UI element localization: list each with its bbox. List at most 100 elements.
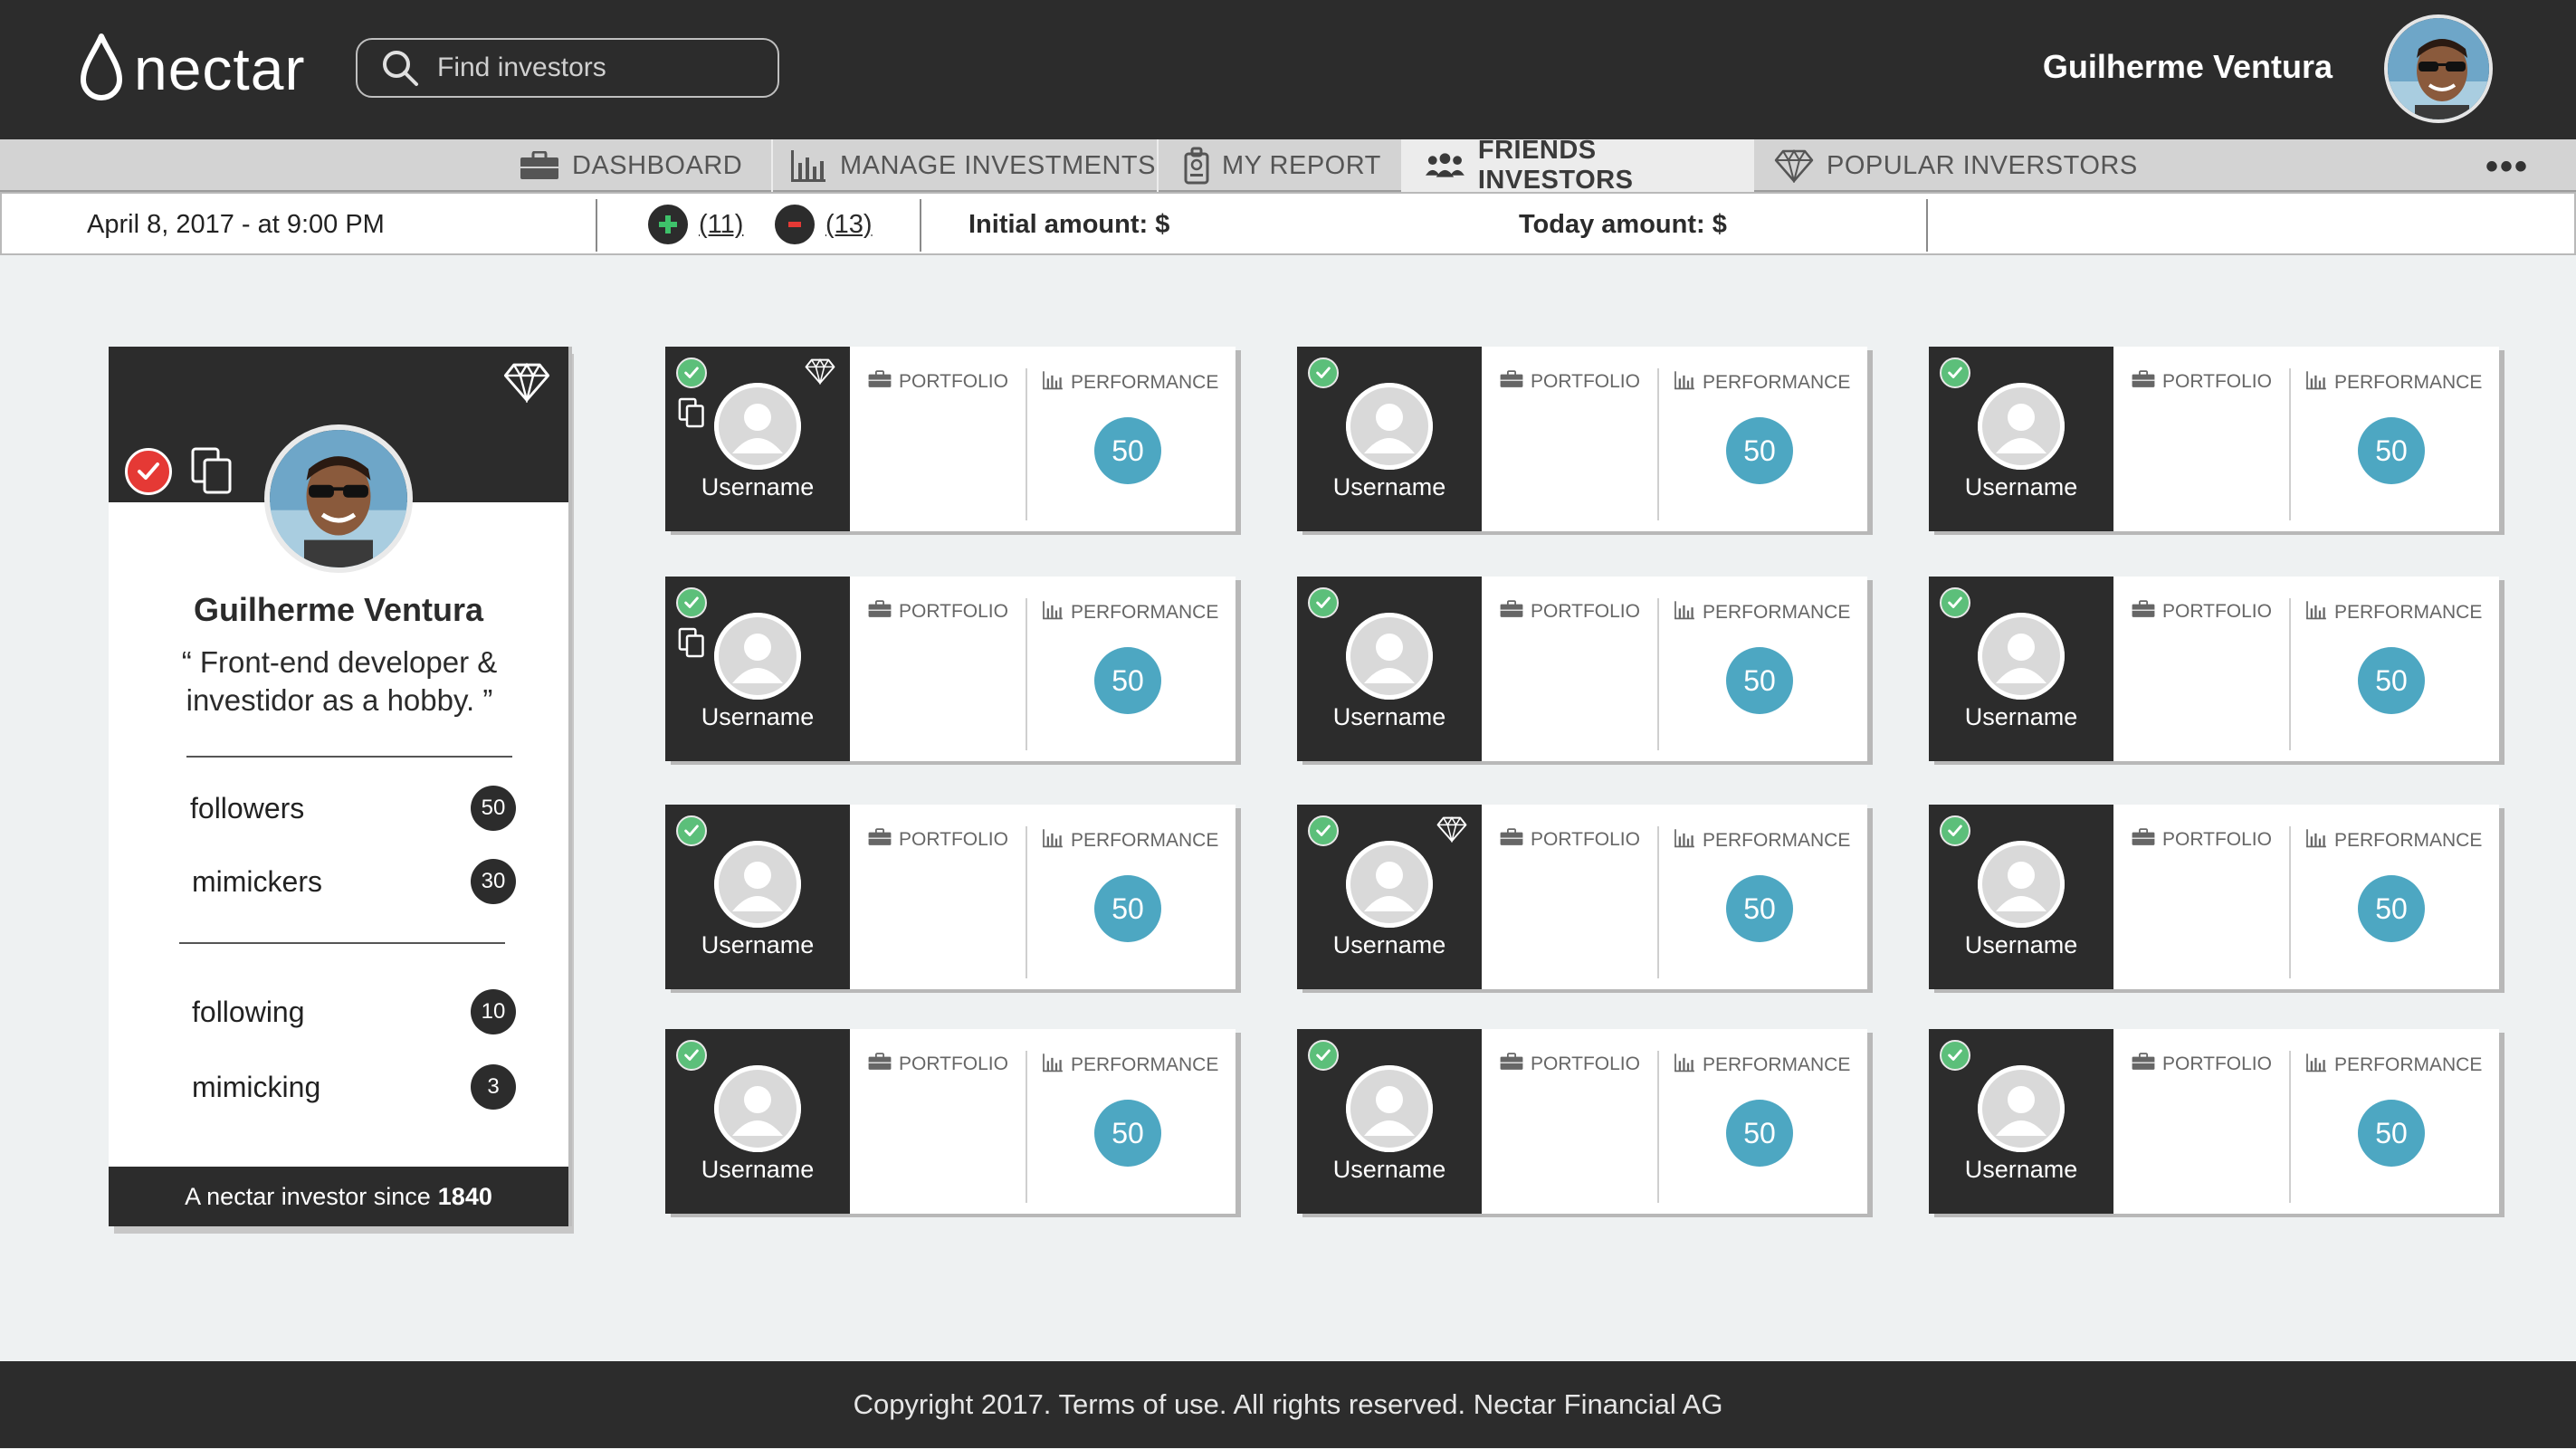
user-avatar-icon[interactable] bbox=[714, 1065, 801, 1152]
performance-header[interactable]: PERFORMANCE bbox=[1674, 1053, 1850, 1078]
portfolio-header[interactable]: PORTFOLIO bbox=[2132, 828, 2272, 852]
investor-card[interactable]: Username PORTFOLIO PERFORMANCE 50 bbox=[665, 577, 1241, 765]
plus-icon[interactable] bbox=[648, 205, 688, 244]
performance-header[interactable]: PERFORMANCE bbox=[1042, 1053, 1218, 1078]
investor-card[interactable]: Username PORTFOLIO PERFORMANCE 50 bbox=[1929, 577, 2504, 765]
plus-count[interactable]: (11) bbox=[699, 210, 743, 240]
investor-card[interactable]: Username PORTFOLIO PERFORMANCE 50 bbox=[665, 347, 1241, 535]
copy-icon[interactable] bbox=[678, 627, 705, 663]
user-avatar-icon[interactable] bbox=[1346, 841, 1433, 928]
minus-count[interactable]: (13) bbox=[825, 210, 873, 240]
performance-header[interactable]: PERFORMANCE bbox=[1674, 828, 1850, 853]
performance-header[interactable]: PERFORMANCE bbox=[2305, 828, 2482, 853]
portfolio-header[interactable]: PORTFOLIO bbox=[1500, 370, 1640, 394]
stat-mimicking[interactable]: mimicking 3 bbox=[192, 1064, 516, 1110]
user-avatar-icon[interactable] bbox=[1346, 613, 1433, 700]
investor-card-body: Username PORTFOLIO PERFORMANCE 50 bbox=[665, 1029, 1236, 1214]
user-avatar-icon[interactable] bbox=[1346, 1065, 1433, 1152]
investor-card[interactable]: Username PORTFOLIO PERFORMANCE 50 bbox=[1297, 577, 1873, 765]
investor-username[interactable]: Username bbox=[1929, 931, 2113, 959]
investor-username[interactable]: Username bbox=[665, 1156, 850, 1184]
investor-card[interactable]: Username PORTFOLIO PERFORMANCE 50 bbox=[1929, 347, 2504, 535]
investor-username[interactable]: Username bbox=[665, 931, 850, 959]
portfolio-header[interactable]: PORTFOLIO bbox=[868, 370, 1008, 394]
performance-header[interactable]: PERFORMANCE bbox=[1674, 600, 1850, 625]
investor-username[interactable]: Username bbox=[665, 703, 850, 731]
portfolio-header[interactable]: PORTFOLIO bbox=[868, 600, 1008, 624]
investor-username[interactable]: Username bbox=[1929, 473, 2113, 501]
investor-username[interactable]: Username bbox=[1929, 703, 2113, 731]
copy-icon[interactable] bbox=[678, 397, 705, 433]
user-avatar-icon[interactable] bbox=[1978, 383, 2065, 470]
investor-username[interactable]: Username bbox=[665, 473, 850, 501]
performance-header[interactable]: PERFORMANCE bbox=[1042, 370, 1218, 396]
search-input[interactable] bbox=[435, 52, 765, 84]
portfolio-header[interactable]: PORTFOLIO bbox=[1500, 1053, 1640, 1076]
investor-card[interactable]: Username PORTFOLIO PERFORMANCE 50 bbox=[1929, 805, 2504, 993]
tab-friends-investors[interactable]: FRIENDS INVESTORS bbox=[1403, 136, 1752, 195]
investor-card-user-panel: Username bbox=[1297, 347, 1482, 531]
investor-card[interactable]: Username PORTFOLIO PERFORMANCE 50 bbox=[665, 805, 1241, 993]
user-avatar-icon[interactable] bbox=[1978, 613, 2065, 700]
performance-score-badge: 50 bbox=[1726, 875, 1793, 942]
performance-header[interactable]: PERFORMANCE bbox=[1674, 370, 1850, 396]
investor-username[interactable]: Username bbox=[1297, 473, 1482, 501]
profile-avatar[interactable] bbox=[264, 424, 413, 573]
bar-chart-icon bbox=[2305, 370, 2327, 396]
portfolio-label: PORTFOLIO bbox=[2162, 371, 2272, 392]
investor-card[interactable]: Username PORTFOLIO PERFORMANCE 50 bbox=[1297, 347, 1873, 535]
user-avatar-icon[interactable] bbox=[1346, 383, 1433, 470]
card-divider bbox=[1657, 826, 1659, 978]
portfolio-header[interactable]: PORTFOLIO bbox=[2132, 1053, 2272, 1076]
investor-username[interactable]: Username bbox=[1929, 1156, 2113, 1184]
user-avatar-icon[interactable] bbox=[714, 383, 801, 470]
nectar-logo[interactable]: nectar bbox=[78, 33, 305, 105]
investor-username[interactable]: Username bbox=[1297, 1156, 1482, 1184]
investor-card[interactable]: Username PORTFOLIO PERFORMANCE 50 bbox=[1297, 1029, 1873, 1217]
user-avatar-icon[interactable] bbox=[714, 613, 801, 700]
tab-manage-investments[interactable]: MANAGE INVESTMENTS bbox=[789, 139, 1157, 192]
portfolio-header[interactable]: PORTFOLIO bbox=[868, 1053, 1008, 1076]
portfolio-header[interactable]: PORTFOLIO bbox=[2132, 370, 2272, 394]
tab-my-report[interactable]: MY REPORT bbox=[1184, 139, 1401, 192]
profile-card-body: Guilherme Ventura “ Front-end developer … bbox=[109, 347, 568, 1226]
minus-counter-link[interactable]: (13) bbox=[775, 205, 873, 244]
performance-header[interactable]: PERFORMANCE bbox=[1042, 600, 1218, 625]
plus-counter-link[interactable]: (11) bbox=[648, 205, 743, 244]
copy-icon[interactable] bbox=[190, 446, 234, 500]
investor-card[interactable]: Username PORTFOLIO PERFORMANCE 50 bbox=[665, 1029, 1241, 1217]
user-avatar-icon[interactable] bbox=[714, 841, 801, 928]
portfolio-header[interactable]: PORTFOLIO bbox=[2132, 600, 2272, 624]
investor-card[interactable]: Username PORTFOLIO PERFORMANCE 50 bbox=[1297, 805, 1873, 993]
minus-icon[interactable] bbox=[775, 205, 815, 244]
card-divider bbox=[1657, 1051, 1659, 1203]
portfolio-header[interactable]: PORTFOLIO bbox=[868, 828, 1008, 852]
stat-mimickers[interactable]: mimickers 30 bbox=[192, 859, 516, 904]
diamond-icon bbox=[1436, 815, 1467, 847]
performance-header[interactable]: PERFORMANCE bbox=[2305, 600, 2482, 625]
performance-header[interactable]: PERFORMANCE bbox=[2305, 1053, 2482, 1078]
header-user-name[interactable]: Guilherme Ventura bbox=[2043, 45, 2333, 89]
portfolio-header[interactable]: PORTFOLIO bbox=[1500, 828, 1640, 852]
user-avatar-icon[interactable] bbox=[1978, 1065, 2065, 1152]
footer-copyright: Copyright 2017. Terms of use. All rights… bbox=[853, 1388, 1723, 1420]
card-divider bbox=[1657, 368, 1659, 520]
more-menu-button[interactable]: ••• bbox=[2485, 147, 2529, 187]
performance-header[interactable]: PERFORMANCE bbox=[2305, 370, 2482, 396]
portfolio-header[interactable]: PORTFOLIO bbox=[1500, 600, 1640, 624]
tab-popular-investors[interactable]: POPULAR INVERSTORS bbox=[1774, 139, 2154, 192]
stat-following[interactable]: following 10 bbox=[192, 989, 516, 1034]
stat-followers[interactable]: followers 50 bbox=[190, 786, 516, 831]
performance-score-badge: 50 bbox=[1094, 1100, 1161, 1167]
investor-username[interactable]: Username bbox=[1297, 931, 1482, 959]
investor-username[interactable]: Username bbox=[1297, 703, 1482, 731]
header-avatar[interactable] bbox=[2384, 14, 2493, 123]
performance-header[interactable]: PERFORMANCE bbox=[1042, 828, 1218, 853]
main-nav: DASHBOARD MANAGE INVESTMENTS MY REPORT F… bbox=[0, 136, 2576, 195]
mimic-check-icon[interactable] bbox=[125, 448, 172, 495]
investor-card[interactable]: Username PORTFOLIO PERFORMANCE 50 bbox=[1929, 1029, 2504, 1217]
search-box[interactable] bbox=[356, 38, 779, 98]
user-avatar-icon[interactable] bbox=[1978, 841, 2065, 928]
tab-divider bbox=[771, 139, 773, 192]
tab-dashboard[interactable]: DASHBOARD bbox=[520, 139, 771, 192]
